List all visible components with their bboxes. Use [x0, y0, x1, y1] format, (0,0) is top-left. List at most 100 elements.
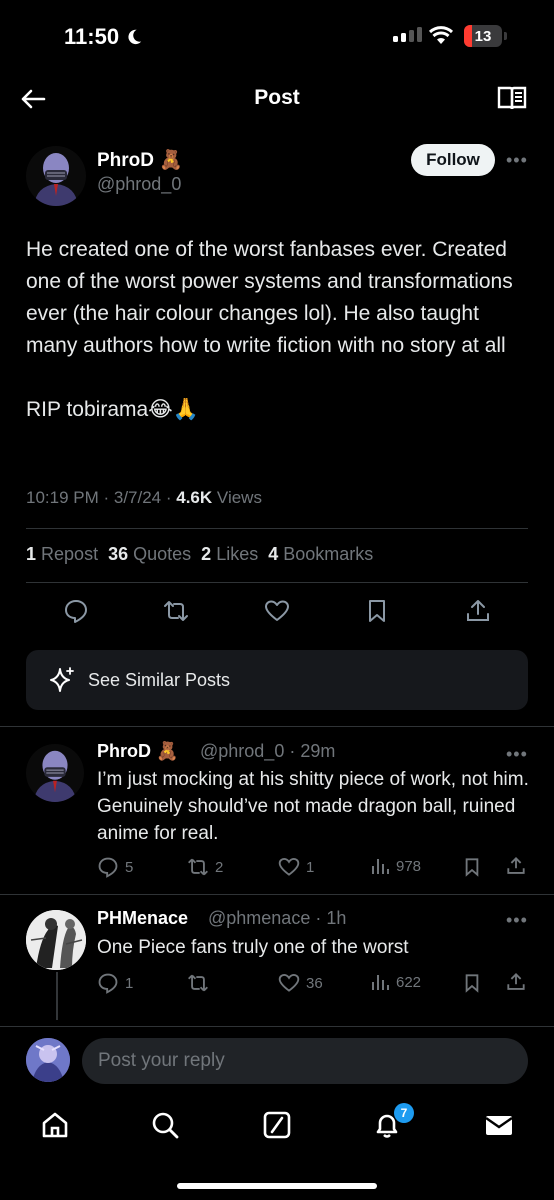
engagement-stats: 1 Repost 36 Quotes 2 Likes 4 Bookmarks: [26, 544, 373, 565]
reply-icon[interactable]: [63, 598, 89, 624]
repost-count: 2: [215, 858, 224, 876]
bookmark-icon[interactable]: [462, 973, 482, 993]
more-options-icon[interactable]: •••: [506, 910, 528, 931]
reply-text: One Piece fans truly one of the worst: [97, 937, 409, 958]
divider: [0, 726, 554, 727]
clock-text: 11:50: [64, 24, 120, 49]
reply-age: 29m: [300, 741, 336, 761]
reply-icon: [98, 973, 118, 994]
post-meta: 10:19 PM · 3/7/24 · 4.6K Views: [26, 488, 262, 507]
reply-handle[interactable]: @phrod_0: [200, 741, 284, 761]
reply-count: 5: [125, 858, 134, 876]
reply-reposts[interactable]: 2: [187, 856, 223, 878]
top-bar: Post: [0, 76, 554, 120]
author-name-text: PhroD: [97, 150, 154, 171]
repost-icon[interactable]: [163, 598, 189, 624]
view-count: 978: [396, 857, 422, 875]
share-icon[interactable]: [465, 598, 491, 624]
share-icon[interactable]: [506, 856, 526, 876]
views-label: Views: [216, 488, 262, 507]
avatar-image: [26, 146, 86, 206]
status-time: 11:50: [64, 24, 143, 50]
reply-icon: [98, 857, 118, 878]
divider: [0, 1026, 554, 1027]
wifi-icon: [428, 26, 454, 44]
repost-icon: [188, 858, 208, 876]
my-avatar[interactable]: [26, 1038, 70, 1082]
like-icon: [278, 858, 300, 876]
like-icon[interactable]: [264, 598, 290, 624]
post-date: 3/7/24: [113, 488, 162, 507]
avatar-image: [26, 744, 84, 802]
battery-level: 13: [474, 27, 492, 45]
reply-input[interactable]: Post your reply: [82, 1038, 528, 1084]
more-options-icon[interactable]: •••: [506, 150, 528, 171]
repost-icon: [188, 974, 208, 992]
reply-avatar[interactable]: [26, 744, 84, 802]
reply-likes[interactable]: 36: [278, 972, 323, 994]
reply-handle[interactable]: @phmenace: [208, 908, 310, 928]
reply-age: 1h: [326, 908, 347, 928]
post-actions: [0, 598, 554, 626]
page-title: Post: [254, 86, 300, 109]
reply-author-name[interactable]: PHMenace: [97, 908, 188, 929]
reply-input-placeholder: Post your reply: [98, 1050, 225, 1071]
reply-count: 1: [125, 974, 134, 992]
like-count: 1: [306, 858, 315, 876]
reply-comments[interactable]: 1: [97, 972, 133, 994]
reply-handle-time: @phmenace · 1h: [208, 908, 347, 928]
reply-views[interactable]: 978: [370, 856, 421, 876]
like-count: 36: [306, 974, 323, 992]
grok-icon[interactable]: [262, 1110, 292, 1140]
likes-stat[interactable]: 2 Likes: [201, 544, 258, 565]
bookmark-icon[interactable]: [462, 857, 482, 877]
quotes-stat[interactable]: 36 Quotes: [108, 544, 191, 565]
share-icon[interactable]: [506, 972, 526, 992]
reply-views[interactable]: 622: [370, 972, 421, 992]
sparkle-icon: [50, 667, 74, 692]
more-options-icon[interactable]: •••: [506, 744, 528, 765]
reply-comments[interactable]: 5: [97, 856, 133, 878]
teddy-bear-emoji: 🧸: [159, 150, 183, 171]
avatar-image: [26, 1038, 70, 1082]
home-indicator[interactable]: [177, 1183, 377, 1189]
reply-likes[interactable]: 1: [278, 856, 314, 878]
see-similar-posts-button[interactable]: See Similar Posts: [26, 650, 528, 710]
author-avatar[interactable]: [26, 146, 86, 206]
author-name[interactable]: PhroD 🧸: [97, 148, 183, 172]
notifications-badge: 7: [394, 1103, 414, 1123]
home-icon[interactable]: [40, 1110, 70, 1140]
avatar-image: [26, 910, 86, 970]
messages-envelope-icon[interactable]: [484, 1110, 514, 1140]
see-similar-posts-label: See Similar Posts: [88, 670, 231, 690]
views-chart-icon: [372, 975, 389, 990]
view-count: 622: [396, 973, 422, 991]
reader-mode-icon[interactable]: [496, 84, 528, 112]
search-icon[interactable]: [150, 1110, 180, 1140]
reply-reposts[interactable]: [187, 972, 215, 994]
divider: [26, 528, 528, 529]
reply-author-name[interactable]: PhroD 🧸: [97, 741, 178, 762]
moon-icon: [128, 29, 142, 45]
views-chart-icon: [372, 859, 389, 874]
reply-handle-time: @phrod_0 · 29m: [200, 741, 336, 761]
thread-line: [56, 972, 58, 1020]
reposts-stat[interactable]: 1 Repost: [26, 544, 98, 565]
author-handle[interactable]: @phrod_0: [97, 174, 181, 195]
reply-avatar[interactable]: [26, 910, 86, 970]
bottom-nav: [0, 1098, 554, 1154]
teddy-bear-emoji: 🧸: [156, 741, 179, 761]
follow-button[interactable]: Follow: [411, 144, 495, 176]
reply-author-name-text: PhroD: [97, 741, 151, 761]
post-text: He created one of the worst fanbases eve…: [26, 238, 513, 421]
bookmark-icon[interactable]: [364, 598, 390, 624]
cellular-signal-icon: [393, 27, 422, 42]
post-time: 10:19 PM: [26, 488, 99, 507]
bookmarks-stat[interactable]: 4 Bookmarks: [268, 544, 373, 565]
views-count: 4.6K: [176, 488, 213, 507]
divider: [0, 894, 554, 895]
divider: [26, 582, 528, 583]
battery-icon: 13: [464, 25, 502, 47]
reply-text: I’m just mocking at his shitty piece of …: [97, 769, 529, 844]
like-icon: [278, 974, 300, 992]
